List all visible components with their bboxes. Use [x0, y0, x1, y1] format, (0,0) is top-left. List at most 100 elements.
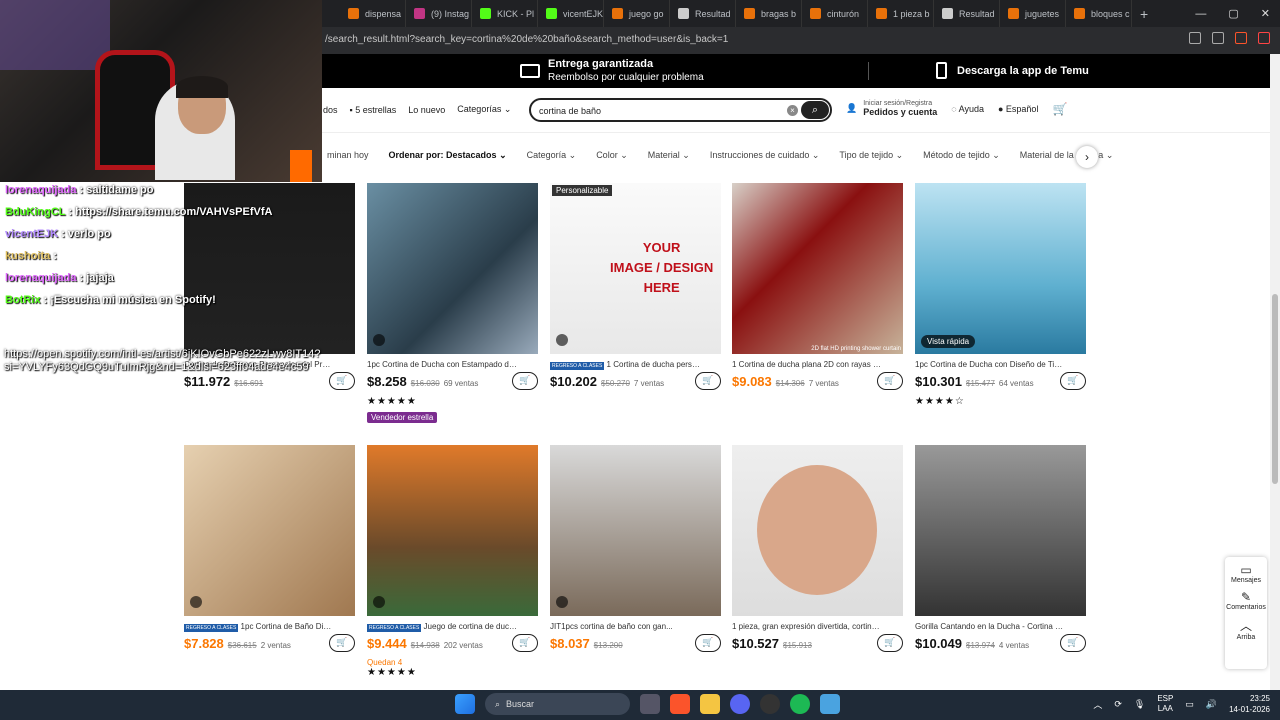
add-to-cart-icon[interactable]: 🛒 — [877, 634, 903, 652]
product-card[interactable]: REGRESO A CLASES 1pc Cortina de Baño Div… — [184, 445, 355, 658]
search-input[interactable] — [539, 104, 769, 118]
download-app-link[interactable]: Descarga la app de Temu — [936, 62, 1089, 79]
product-title[interactable]: 1 pieza, gran expresión divertida, corti… — [732, 622, 882, 633]
taskbar-search[interactable]: ⌕ Buscar — [485, 693, 630, 715]
filter-item[interactable]: Material de la cortina ⌄ — [1014, 147, 1120, 164]
network-icon[interactable]: ▭ — [1185, 699, 1194, 710]
nav-new[interactable]: Lo nuevo — [408, 105, 445, 115]
notepad-icon[interactable] — [820, 694, 840, 714]
product-card[interactable]: Vista rápida 1pc Cortina de Ducha con Dis… — [915, 183, 1086, 407]
new-tab-button[interactable]: + — [1140, 6, 1148, 22]
filter-item[interactable]: Método de tejido ⌄ — [917, 147, 1006, 164]
clear-search-icon[interactable]: × — [787, 105, 798, 116]
browser-tab[interactable]: dispensa — [340, 0, 406, 27]
add-to-cart-icon[interactable]: 🛒 — [695, 634, 721, 652]
filter-item[interactable]: Categoría ⌄ — [521, 147, 583, 164]
add-to-cart-icon[interactable]: 🛒 — [877, 372, 903, 390]
filter-item[interactable]: minan hoy — [321, 147, 375, 164]
account-menu[interactable]: 👤 Iniciar sesión/Registra Pedidos y cuent… — [846, 100, 937, 117]
nav-partial-link[interactable]: dos — [323, 105, 338, 115]
add-to-cart-icon[interactable]: 🛒 — [329, 372, 355, 390]
filter-item[interactable]: Tipo de tejido ⌄ — [833, 147, 909, 164]
product-card[interactable]: 2D flat HD printing shower curtain 1 Cort… — [732, 183, 903, 396]
add-to-cart-icon[interactable]: 🛒 — [1060, 372, 1086, 390]
language-indicator[interactable]: ESP LAA — [1157, 694, 1173, 714]
back-to-top-button[interactable]: ︿ Arriba — [1225, 617, 1267, 641]
rewards-icon[interactable] — [1258, 32, 1270, 44]
play-icon[interactable] — [556, 334, 568, 346]
extension-icon[interactable] — [1189, 32, 1201, 44]
product-card[interactable]: Gorilla Cantando en la Ducha - Cortina d… — [915, 445, 1086, 658]
browser-tab[interactable]: juego go — [604, 0, 670, 27]
add-to-cart-icon[interactable]: 🛒 — [512, 634, 538, 652]
product-image[interactable] — [915, 445, 1086, 616]
browser-tab[interactable]: (9) Instag — [406, 0, 472, 27]
clock[interactable]: 23:25 14-01-2026 — [1229, 693, 1270, 715]
product-card[interactable]: 1pc Cortina de Ducha con Estampado de A.… — [367, 183, 538, 425]
product-title[interactable]: 1pc Cortina de Ducha con Diseño de Tibur… — [915, 360, 1065, 371]
product-title[interactable]: REGRESO A CLASES 1 Cortina de ducha pers… — [550, 360, 700, 371]
play-icon[interactable] — [190, 596, 202, 608]
messages-button[interactable]: ▭ Mensajes — [1225, 563, 1267, 584]
browser-tab[interactable]: bragas b — [736, 0, 802, 27]
close-icon[interactable]: ✕ — [1261, 7, 1270, 20]
share-icon[interactable] — [1212, 32, 1224, 44]
product-card[interactable]: 1 pieza, gran expresión divertida, corti… — [732, 445, 903, 658]
browser-tab[interactable]: Resultad — [934, 0, 1000, 27]
search-button[interactable]: ⌕ — [801, 101, 829, 119]
product-image[interactable] — [550, 445, 721, 616]
brave-shield-icon[interactable] — [1235, 32, 1247, 44]
browser-tab[interactable]: vicentEJK — [538, 0, 604, 27]
product-image[interactable]: Vista rápida — [915, 183, 1086, 354]
minimize-icon[interactable]: — — [1195, 8, 1206, 20]
discord-icon[interactable] — [730, 694, 750, 714]
nav-five-stars[interactable]: ▪ 5 estrellas — [350, 105, 397, 115]
product-title[interactable]: REGRESO A CLASES 1pc Cortina de Baño Div… — [184, 622, 334, 633]
filter-item[interactable]: Ordenar por: Destacados ⌄ — [383, 147, 513, 164]
scroll-thumb[interactable] — [1272, 294, 1278, 484]
page-scrollbar[interactable] — [1270, 54, 1280, 690]
volume-icon[interactable]: 🔊 — [1206, 699, 1217, 710]
help-link[interactable]: ◌ Ayuda — [951, 104, 984, 114]
filter-item[interactable]: Color ⌄ — [590, 147, 634, 164]
add-to-cart-icon[interactable]: 🛒 — [329, 634, 355, 652]
filter-next-button[interactable]: › — [1076, 146, 1098, 168]
brave-icon[interactable] — [670, 694, 690, 714]
file-explorer-icon[interactable] — [700, 694, 720, 714]
product-image[interactable] — [367, 183, 538, 354]
product-title[interactable]: Gorilla Cantando en la Ducha - Cortina d… — [915, 622, 1065, 633]
browser-tab[interactable]: KICK - Pl — [472, 0, 538, 27]
play-icon[interactable] — [373, 596, 385, 608]
product-title[interactable]: JIT1pcs cortina de baño con gan... — [550, 622, 700, 633]
browser-tab[interactable]: juguetes — [1000, 0, 1066, 27]
add-to-cart-icon[interactable]: 🛒 — [512, 372, 538, 390]
browser-tab[interactable]: Resultad — [670, 0, 736, 27]
filter-item[interactable]: Material ⌄ — [642, 147, 696, 164]
obs-icon[interactable] — [760, 694, 780, 714]
spotify-icon[interactable] — [790, 694, 810, 714]
windows-start-icon[interactable] — [455, 694, 475, 714]
browser-tab[interactable]: cinturón — [802, 0, 868, 27]
add-to-cart-icon[interactable]: 🛒 — [1060, 634, 1086, 652]
cart-icon[interactable]: 🛒 — [1052, 102, 1067, 116]
nav-categories[interactable]: Categorías ⌄ — [457, 104, 511, 115]
url-text[interactable]: /search_result.html?search_key=cortina%2… — [325, 34, 728, 45]
product-card[interactable]: REGRESO A CLASES Juego de cortina de duc… — [367, 445, 538, 678]
quick-view-button[interactable]: Vista rápida — [921, 335, 976, 348]
browser-tab[interactable]: bloques c — [1066, 0, 1132, 27]
add-to-cart-icon[interactable]: 🛒 — [695, 372, 721, 390]
play-icon[interactable] — [373, 334, 385, 346]
product-image[interactable] — [184, 445, 355, 616]
comments-button[interactable]: ✎ Comentarios — [1225, 590, 1267, 611]
product-title[interactable]: 1pc Cortina de Ducha con Estampado de A.… — [367, 360, 517, 371]
language-selector[interactable]: ● Español — [998, 104, 1038, 114]
product-image[interactable] — [367, 445, 538, 616]
product-image[interactable]: YOUR IMAGE / DESIGN HERE Personalizable — [550, 183, 721, 354]
browser-tab[interactable]: 1 pieza b — [868, 0, 934, 27]
product-card[interactable]: JIT1pcs cortina de baño con gan... $8.037… — [550, 445, 721, 658]
microphone-icon[interactable]: 🎙 — [1134, 699, 1145, 710]
play-icon[interactable] — [556, 596, 568, 608]
product-title[interactable]: REGRESO A CLASES Juego de cortina de duc… — [367, 622, 517, 633]
tray-chevron-icon[interactable]: ︿ — [1093, 698, 1102, 711]
product-image[interactable] — [732, 445, 903, 616]
